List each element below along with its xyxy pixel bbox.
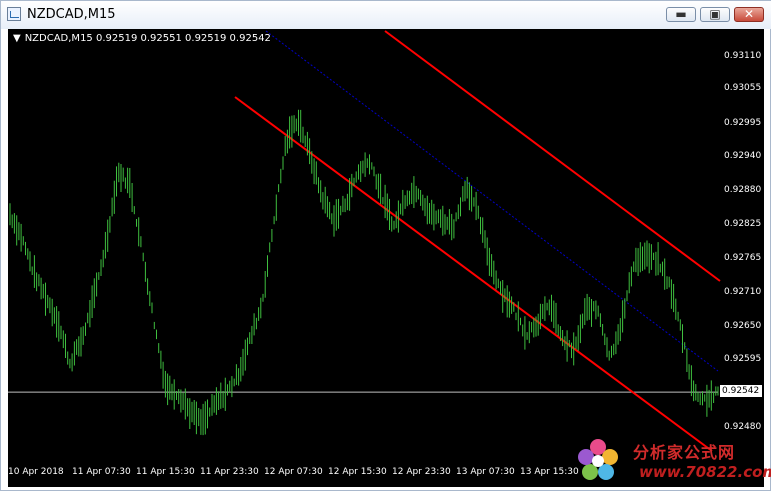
y-tick-label: 0.92940	[724, 151, 762, 161]
flower-logo-icon	[578, 439, 618, 480]
x-tick-label: 11 Apr 15:30	[136, 467, 195, 477]
y-tick-label: 0.92710	[724, 287, 762, 297]
x-tick-label: 12 Apr 15:30	[328, 467, 387, 477]
x-tick-label: 10 Apr 2018	[8, 467, 64, 477]
chart-info-label: ▼ NZDCAD,M15 0.92519 0.92551 0.92519 0.92…	[13, 33, 271, 44]
chart-area[interactable]: ▼ NZDCAD,M15 0.92519 0.92551 0.92519 0.92…	[8, 29, 764, 487]
channel-lower-line[interactable]	[234, 96, 713, 452]
channel-upper-line[interactable]	[384, 30, 721, 282]
y-tick-label: 0.92765	[724, 253, 762, 263]
maximize-button[interactable]: ▣	[700, 7, 730, 22]
y-tick-label: 0.92995	[724, 118, 762, 128]
price-bars	[9, 109, 719, 436]
title-bar[interactable]: NZDCAD,M15 ▬ ▣ ✕	[1, 1, 771, 29]
watermark-url: www.70822.com	[639, 463, 771, 481]
x-tick-label: 13 Apr 07:30	[456, 467, 515, 477]
y-tick-label: 0.92880	[724, 185, 762, 195]
x-tick-label: 12 Apr 07:30	[264, 467, 323, 477]
ohlc-text: NZDCAD,M15 0.92519 0.92551 0.92519 0.925…	[24, 33, 271, 44]
x-tick-label: 11 Apr 23:30	[200, 467, 259, 477]
x-tick-label: 12 Apr 23:30	[392, 467, 451, 477]
current-price-tag: 0.92542	[720, 385, 762, 397]
minimize-button[interactable]: ▬	[666, 7, 696, 22]
collapse-triangle-icon[interactable]: ▼	[13, 33, 21, 44]
y-tick-label: 0.92825	[724, 219, 762, 229]
y-tick-label: 0.93055	[724, 83, 762, 93]
price-chart[interactable]	[8, 29, 764, 487]
y-tick-label: 0.93110	[724, 51, 762, 61]
watermark-title: 分析家公式网	[633, 443, 736, 462]
y-tick-label: 0.92650	[724, 321, 762, 331]
chart-window: NZDCAD,M15 ▬ ▣ ✕ ▼ NZDCAD,M15 0.92519 0.9…	[0, 0, 771, 491]
channel-mid-line[interactable]	[265, 30, 719, 372]
x-tick-label: 11 Apr 07:30	[72, 467, 131, 477]
chart-app-icon	[7, 7, 21, 21]
watermark: 分析家公式网 www.70822.com	[573, 433, 771, 489]
window-title: NZDCAD,M15	[27, 7, 116, 22]
x-tick-label: 13 Apr 15:30	[520, 467, 579, 477]
y-tick-label: 0.92595	[724, 354, 762, 364]
close-button[interactable]: ✕	[734, 7, 764, 22]
y-tick-label: 0.92480	[724, 422, 762, 432]
